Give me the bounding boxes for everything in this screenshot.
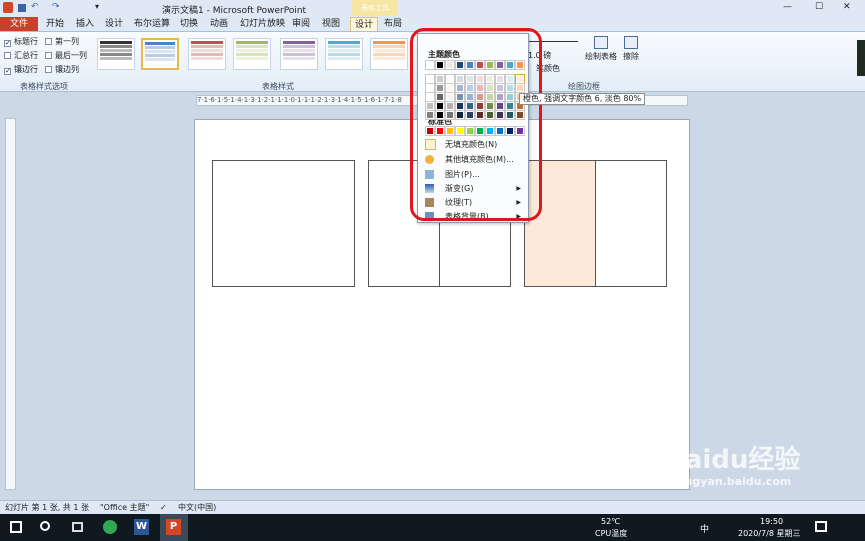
tab-insert[interactable]: 插入 bbox=[72, 17, 98, 31]
tab-transitions[interactable]: 切换 bbox=[176, 17, 202, 31]
tab-design[interactable]: 设计 bbox=[101, 17, 127, 31]
table-style-thumb[interactable] bbox=[325, 38, 363, 70]
quick-access-more-icon[interactable]: ▾ bbox=[95, 2, 99, 11]
powerpoint-logo-icon[interactable] bbox=[3, 2, 13, 13]
header-row-checkbox[interactable]: ✓ 标题行 bbox=[4, 36, 38, 47]
table-style-thumb[interactable] bbox=[280, 38, 318, 70]
table-style-thumb[interactable] bbox=[370, 38, 408, 70]
clock-date[interactable]: 2020/7/8 星期三 bbox=[738, 528, 800, 539]
tab-table-design[interactable]: 设计 bbox=[350, 17, 379, 31]
vertical-ruler bbox=[5, 118, 16, 490]
tab-file[interactable]: 文件 bbox=[0, 17, 38, 31]
save-icon[interactable] bbox=[18, 4, 26, 12]
powerpoint-logo-icon: P bbox=[166, 519, 181, 535]
notification-icon[interactable] bbox=[815, 521, 827, 532]
powerpoint-app-icon[interactable]: P bbox=[160, 514, 188, 541]
table-style-thumb[interactable] bbox=[233, 38, 271, 70]
total-row-checkbox[interactable]: 汇总行 bbox=[4, 50, 38, 61]
table-cell[interactable] bbox=[212, 160, 355, 287]
maximize-button[interactable]: ☐ bbox=[815, 2, 823, 12]
color-tooltip: 橙色, 强调文字颜色 6, 淡色 80% bbox=[519, 93, 646, 105]
redo-icon[interactable]: ↷ bbox=[52, 2, 60, 12]
tab-table-layout[interactable]: 布局 bbox=[380, 17, 406, 31]
language-indicator[interactable]: 中文(中国) bbox=[178, 501, 216, 514]
taskbar: W P 52℃ CPU温度 中 19:50 2020/7/8 星期三 bbox=[0, 514, 865, 541]
ime-indicator[interactable]: 中 bbox=[700, 522, 709, 535]
tab-boolean[interactable]: 布尔运算 bbox=[130, 17, 174, 31]
table-style-thumb[interactable] bbox=[97, 38, 135, 70]
browser-app-icon[interactable] bbox=[103, 520, 117, 534]
minimize-button[interactable]: — bbox=[783, 2, 792, 12]
baidu-watermark: Baidu经验 jingyan.baidu.com bbox=[665, 445, 801, 488]
word-app-icon[interactable]: W bbox=[134, 519, 149, 535]
ribbon-scroll-handle[interactable] bbox=[857, 40, 865, 76]
search-icon[interactable] bbox=[40, 521, 50, 531]
first-column-checkbox[interactable]: 第一列 bbox=[45, 36, 79, 47]
table-cell[interactable] bbox=[595, 160, 667, 287]
theme-name[interactable]: "Office 主题" bbox=[100, 501, 149, 514]
tab-home[interactable]: 开始 bbox=[42, 17, 68, 31]
tab-review[interactable]: 审阅 bbox=[288, 17, 314, 31]
tab-animations[interactable]: 动画 bbox=[206, 17, 232, 31]
tab-view[interactable]: 视图 bbox=[318, 17, 344, 31]
table-style-thumb[interactable] bbox=[188, 38, 226, 70]
banded-columns-checkbox[interactable]: 镶边列 bbox=[45, 64, 79, 75]
last-column-checkbox[interactable]: 最后一列 bbox=[45, 50, 87, 61]
context-tab-title: 表格工具 bbox=[352, 0, 398, 16]
table-style-thumb[interactable] bbox=[141, 38, 179, 70]
cpu-temp-value: 52℃ bbox=[601, 517, 621, 526]
undo-icon[interactable]: ↶ bbox=[31, 2, 39, 12]
window-title: 演示文稿1 - Microsoft PowerPoint bbox=[162, 6, 307, 16]
table-style-options-label: 表格样式选项 bbox=[20, 82, 68, 91]
cpu-temp-label: CPU温度 bbox=[595, 529, 628, 538]
banded-rows-checkbox[interactable]: ✓ 镶边行 bbox=[4, 64, 38, 75]
tab-slideshow[interactable]: 幻灯片放映 bbox=[236, 17, 289, 31]
draw-table-icon bbox=[594, 36, 608, 49]
annotation-highlight bbox=[410, 28, 542, 221]
eraser-icon bbox=[624, 36, 638, 49]
title-bar: ↶ ↷ ▾ 演示文稿1 - Microsoft PowerPoint 表格工具 … bbox=[0, 0, 865, 16]
clock-time[interactable]: 19:50 bbox=[760, 517, 783, 526]
draw-table-button[interactable]: 绘制表格 bbox=[585, 36, 617, 62]
status-bar: 幻灯片 第 1 张, 共 1 张 "Office 主题" ✓ 中文(中国) bbox=[0, 500, 865, 514]
close-button[interactable]: ✕ bbox=[843, 2, 851, 12]
eraser-button[interactable]: 擦除 bbox=[620, 36, 642, 62]
task-view-icon[interactable] bbox=[72, 522, 83, 532]
draw-borders-label: 绘图边框 bbox=[568, 82, 600, 91]
slide-counter: 幻灯片 第 1 张, 共 1 张 bbox=[5, 503, 89, 512]
windows-start-icon[interactable] bbox=[10, 521, 22, 533]
table-styles-label: 表格样式 bbox=[262, 82, 294, 91]
spellcheck-icon[interactable]: ✓ bbox=[160, 501, 167, 514]
